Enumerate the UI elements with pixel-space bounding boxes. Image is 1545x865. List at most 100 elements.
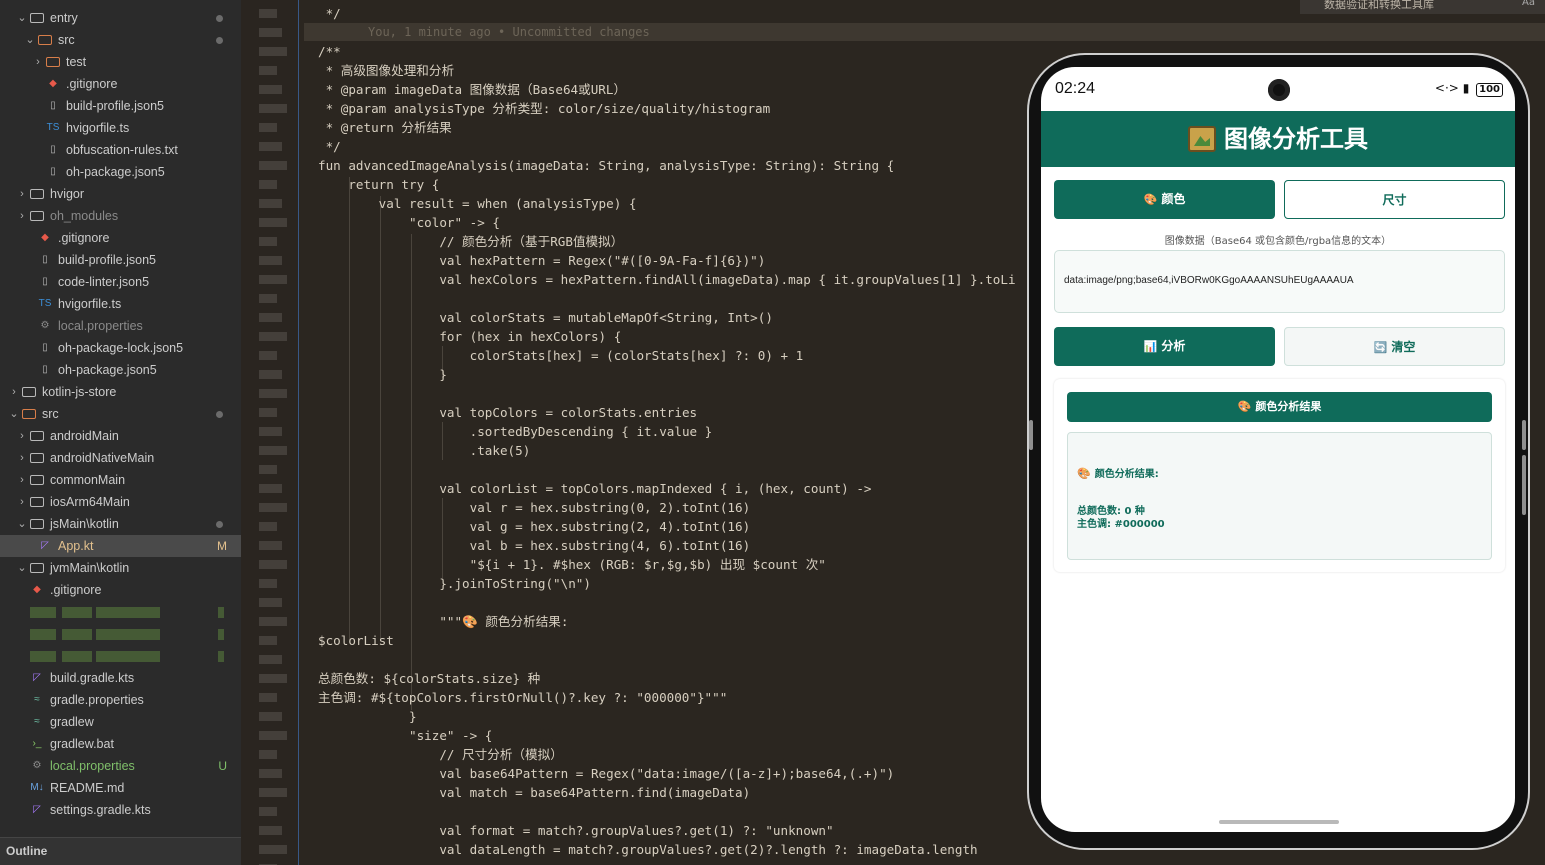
redacted-label: [30, 651, 56, 662]
tree-item[interactable]: TS hvigorfile.ts: [0, 293, 241, 315]
folder-icon: [30, 431, 44, 441]
redacted-status: [218, 629, 224, 640]
line-number: [259, 541, 282, 550]
blurred-tree-item[interactable]: [0, 601, 241, 623]
line-number: [259, 560, 287, 569]
chevron-right-icon[interactable]: ›: [16, 205, 28, 227]
tree-item[interactable]: ▯ code-linter.json5: [0, 271, 241, 293]
tree-item-label: androidNativeMain: [50, 451, 155, 465]
tree-item[interactable]: M↓ README.md: [0, 777, 241, 799]
line-number: [259, 218, 287, 227]
home-indicator[interactable]: [1219, 820, 1339, 824]
tree-item[interactable]: ⚙ local.properties U: [0, 755, 241, 777]
tree-item[interactable]: ≈ gradle.properties: [0, 689, 241, 711]
line-number: [259, 712, 282, 721]
tab-color-label: 颜色: [1161, 192, 1186, 206]
chevron-right-icon[interactable]: ›: [16, 425, 28, 447]
power-button: [1522, 455, 1526, 515]
chevron-down-icon[interactable]: ⌄: [8, 403, 20, 425]
line-number: [259, 674, 287, 683]
blurred-tree-item[interactable]: [0, 623, 241, 645]
tree-item[interactable]: › iosArm64Main: [0, 491, 241, 513]
tree-item[interactable]: ◆ .gitignore: [0, 579, 241, 601]
line-number: [259, 370, 282, 379]
tree-item[interactable]: ≈ gradlew: [0, 711, 241, 733]
code-line: val colorList = topColors.mapIndexed { i…: [318, 481, 872, 496]
line-number: [259, 617, 287, 626]
tree-item[interactable]: ◸ settings.gradle.kts: [0, 799, 241, 821]
line-number: [259, 142, 282, 151]
result-heading-text: 颜色分析结果:: [1094, 469, 1159, 480]
tree-item[interactable]: ⌄ src: [0, 403, 241, 425]
tree-item-label: build-profile.json5: [58, 253, 156, 267]
tree-item[interactable]: ▯ build-profile.json5: [0, 249, 241, 271]
tree-item[interactable]: ⌄ jvmMain\kotlin: [0, 557, 241, 579]
chevron-down-icon[interactable]: ⌄: [16, 7, 28, 29]
tree-item[interactable]: › androidNativeMain: [0, 447, 241, 469]
code-line: val b = hex.substring(4, 6).toInt(16): [318, 538, 751, 553]
chevron-right-icon[interactable]: ›: [16, 447, 28, 469]
chevron-right-icon[interactable]: ›: [16, 469, 28, 491]
file-tree: ⌄ entry ⌄ src › test ◆ .gitignore ▯ build-profile…: [0, 7, 241, 821]
tree-item[interactable]: › hvigor: [0, 183, 241, 205]
image-data-input[interactable]: data:image/png;base64,iVBORw0KGgoAAAANSU…: [1054, 250, 1505, 313]
tree-item[interactable]: ◆ .gitignore: [0, 227, 241, 249]
analyze-button[interactable]: 📊 分析: [1054, 327, 1275, 366]
tree-item-label: .gitignore: [50, 583, 102, 597]
blurred-tree-item[interactable]: [0, 645, 241, 667]
line-number: [259, 636, 277, 645]
tree-item[interactable]: ◸ build.gradle.kts: [0, 667, 241, 689]
tree-item[interactable]: ⌄ entry: [0, 7, 241, 29]
tree-item[interactable]: › androidMain: [0, 425, 241, 447]
clear-button[interactable]: 🔄 清空: [1284, 327, 1505, 366]
code-line: $colorList: [318, 633, 394, 648]
code-line: val r = hex.substring(0, 2).toInt(16): [318, 500, 751, 515]
search-widget-strip: 数据验证和转换工具库 Aa: [1300, 0, 1545, 14]
line-number: [259, 484, 282, 493]
tree-item[interactable]: ▯ oh-package.json5: [0, 359, 241, 381]
tree-item[interactable]: ▯ build-profile.json5: [0, 95, 241, 117]
line-number: [259, 807, 277, 816]
chevron-right-icon[interactable]: ›: [16, 183, 28, 205]
tree-item[interactable]: ⌄ src: [0, 29, 241, 51]
chevron-down-icon[interactable]: ⌄: [16, 557, 28, 579]
code-lines[interactable]: */ /** * 高级图像处理和分析 * @param imageData 图像数…: [318, 4, 1016, 859]
tree-item[interactable]: › kotlin-js-store: [0, 381, 241, 403]
redacted-label: [30, 629, 56, 640]
tree-item[interactable]: ▯ oh-package.json5: [0, 161, 241, 183]
code-line: // 颜色分析（基于RGB值模拟）: [318, 234, 624, 249]
outline-panel-header[interactable]: Outline: [0, 837, 241, 865]
code-line: 总颜色数: ${colorStats.size} 种: [318, 671, 541, 686]
chevron-right-icon[interactable]: ›: [32, 51, 44, 73]
chevron-down-icon[interactable]: ⌄: [16, 513, 28, 535]
chevron-right-icon[interactable]: ›: [16, 491, 28, 513]
tree-item[interactable]: TS hvigorfile.ts: [0, 117, 241, 139]
tree-item-label: README.md: [50, 781, 125, 795]
tab-size-button[interactable]: 尺寸: [1284, 180, 1505, 219]
tree-item[interactable]: ⚙ local.properties: [0, 315, 241, 337]
tree-item[interactable]: › test: [0, 51, 241, 73]
tree-item[interactable]: ◸ App.kt M: [0, 535, 241, 557]
chevron-right-icon[interactable]: ›: [8, 381, 20, 403]
code-line: .take(5): [318, 443, 531, 458]
git-icon: ◆: [33, 584, 41, 595]
tree-item[interactable]: › oh_modules: [0, 205, 241, 227]
gear-icon: ⚙: [40, 320, 50, 331]
match-case-icon[interactable]: Aa: [1522, 0, 1535, 8]
tree-item[interactable]: ›_ gradlew.bat: [0, 733, 241, 755]
chevron-down-icon[interactable]: ⌄: [24, 29, 36, 51]
tree-item[interactable]: ⌄ jsMain\kotlin: [0, 513, 241, 535]
explorer-sidebar: ⌄ entry ⌄ src › test ◆ .gitignore ▯ build-profile…: [0, 0, 241, 865]
code-line: val colorStats = mutableMapOf<String, In…: [318, 310, 773, 325]
tree-item[interactable]: ▯ obfuscation-rules.txt: [0, 139, 241, 161]
tree-item[interactable]: ▯ oh-package-lock.json5: [0, 337, 241, 359]
redacted-label: [62, 629, 92, 640]
tree-item-label: src: [42, 407, 59, 421]
tree-item[interactable]: ◆ .gitignore: [0, 73, 241, 95]
front-camera: [1268, 79, 1290, 101]
tree-item[interactable]: › commonMain: [0, 469, 241, 491]
code-line: "${i + 1}. #$hex (RGB: $r,$g,$b) 出现 $cou…: [318, 557, 826, 572]
tab-color-button[interactable]: 🎨 颜色: [1054, 180, 1275, 219]
